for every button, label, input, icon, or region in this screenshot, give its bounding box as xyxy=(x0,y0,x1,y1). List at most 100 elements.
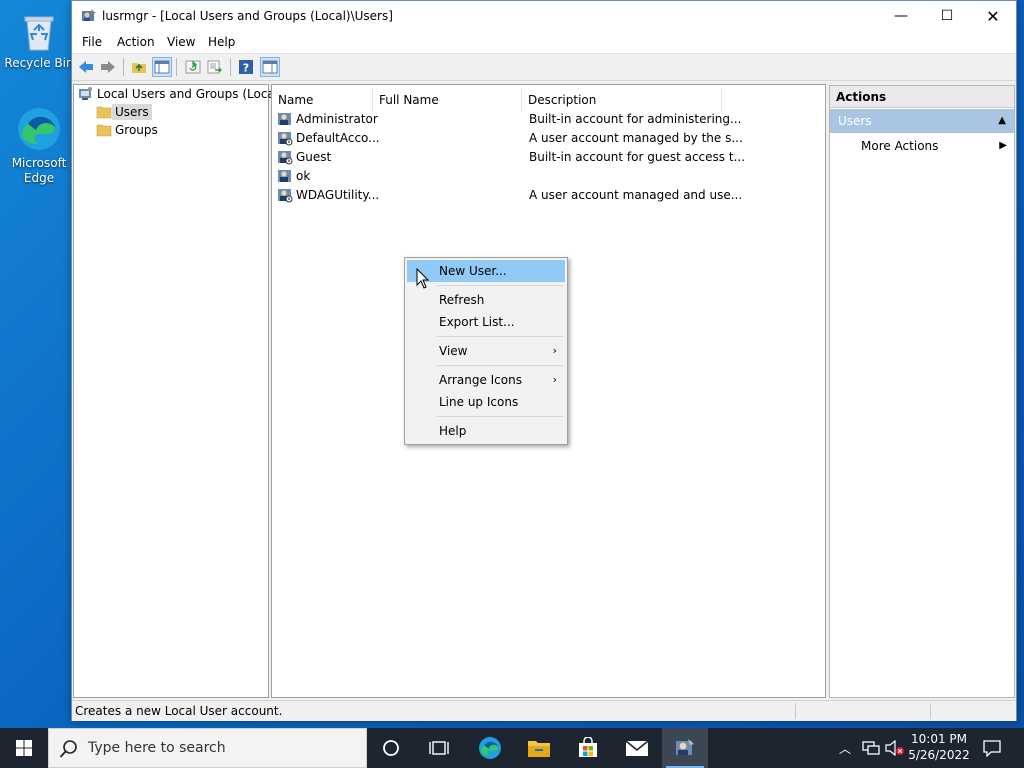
search-placeholder: Type here to search xyxy=(88,740,226,756)
taskbar-file-explorer-button[interactable] xyxy=(516,728,562,768)
status-divider xyxy=(795,703,796,719)
lusrmgr-icon xyxy=(676,739,694,755)
menu-separator xyxy=(437,336,563,337)
user-account-icon xyxy=(278,170,291,182)
more-actions-item[interactable]: More Actions xyxy=(861,137,938,155)
task-view-button[interactable] xyxy=(416,728,462,768)
menu-action[interactable]: Action xyxy=(113,35,159,49)
user-row[interactable]: Guest Built-in account for guest access … xyxy=(277,148,822,167)
user-name-cell: WDAGUtility... xyxy=(296,188,380,202)
minimize-button[interactable]: — xyxy=(878,1,924,32)
computer-users-icon xyxy=(79,87,92,100)
taskbar-edge-button[interactable] xyxy=(467,728,513,768)
search-icon xyxy=(59,740,77,758)
console-tree-icon xyxy=(154,60,170,74)
user-description-cell: Built-in account for administering... xyxy=(529,112,742,126)
title-bar[interactable]: lusrmgr - [Local Users and Groups (Local… xyxy=(72,1,1016,32)
back-arrow-icon xyxy=(79,61,93,73)
actions-section-label: Users xyxy=(838,114,872,128)
actions-section-users[interactable]: Users ▲ xyxy=(830,109,1014,133)
help-button[interactable]: ? xyxy=(236,57,256,77)
tree-root-label: Local Users and Groups (Local) xyxy=(97,87,283,101)
action-pane-icon xyxy=(262,60,278,74)
mail-icon xyxy=(625,740,649,756)
user-row[interactable]: ok xyxy=(277,167,822,186)
context-menu-view-label: View xyxy=(439,344,468,358)
toolbar: ? xyxy=(72,54,1016,81)
context-menu-help[interactable]: Help xyxy=(407,420,565,442)
user-row[interactable]: Administrator Built-in account for admin… xyxy=(277,110,822,129)
user-row[interactable]: WDAGUtility... A user account managed an… xyxy=(277,186,822,205)
export-list-icon xyxy=(207,60,222,74)
context-menu-view[interactable]: View › xyxy=(407,340,565,362)
export-list-button[interactable] xyxy=(205,57,225,77)
column-header-name[interactable]: Name xyxy=(272,88,373,112)
show-hide-action-pane-button[interactable] xyxy=(260,57,280,77)
forward-button[interactable] xyxy=(98,57,118,77)
menu-separator xyxy=(437,365,563,366)
window-title: lusrmgr - [Local Users and Groups (Local… xyxy=(102,9,393,23)
taskbar-lusrmgr-button[interactable] xyxy=(662,728,708,768)
recycle-bin-desktop-icon[interactable]: Recycle Bin xyxy=(2,6,76,71)
clock-date: 5/26/2022 xyxy=(908,748,970,762)
context-menu-arrange-icons[interactable]: Arrange Icons › xyxy=(407,369,565,391)
submenu-arrow-icon: ▶ xyxy=(999,140,1007,151)
status-divider xyxy=(930,703,931,719)
back-button[interactable] xyxy=(76,57,96,77)
submenu-chevron-icon: › xyxy=(552,373,557,386)
menu-file[interactable]: File xyxy=(78,35,106,49)
toolbar-separator xyxy=(176,58,177,76)
cortana-button[interactable] xyxy=(368,728,414,768)
help-icon: ? xyxy=(239,60,253,75)
tree-groups-label: Groups xyxy=(115,123,158,137)
tree-node-groups[interactable]: Groups xyxy=(96,122,161,138)
user-account-icon xyxy=(278,113,291,125)
start-button[interactable] xyxy=(0,728,48,768)
taskbar-mail-button[interactable] xyxy=(614,728,660,768)
submenu-chevron-icon: › xyxy=(552,344,557,357)
forward-arrow-icon xyxy=(101,61,115,73)
user-description-cell: A user account managed and use... xyxy=(529,188,743,202)
edge-label: Microsoft Edge xyxy=(11,156,67,185)
taskbar-clock[interactable]: 10:01 PM 5/26/2022 xyxy=(906,731,972,763)
menu-help[interactable]: Help xyxy=(204,35,239,49)
up-one-level-button[interactable] xyxy=(129,57,149,77)
user-name-cell: Administrator xyxy=(296,112,378,126)
console-tree: Local Users and Groups (Local) Users Gro… xyxy=(73,84,283,698)
refresh-button[interactable] xyxy=(183,57,203,77)
context-menu-new-user[interactable]: New User... xyxy=(407,260,565,282)
taskbar-store-button[interactable] xyxy=(565,728,611,768)
menu-separator xyxy=(437,416,563,417)
show-hide-console-tree-button[interactable] xyxy=(152,57,172,77)
mouse-cursor-icon xyxy=(416,268,430,289)
recycle-bin-icon xyxy=(24,16,54,51)
user-description-cell: Built-in account for guest access t... xyxy=(529,150,746,164)
maximize-button[interactable]: ☐ xyxy=(924,1,970,32)
status-bar: Creates a new Local User account. xyxy=(72,700,1016,721)
menu-view[interactable]: View xyxy=(163,35,199,49)
collapse-up-icon[interactable]: ▲ xyxy=(998,109,1006,133)
column-header-full-name[interactable]: Full Name xyxy=(373,88,522,112)
volume-muted-icon[interactable] xyxy=(885,740,905,756)
menu-separator xyxy=(437,285,563,286)
context-menu-arrange-icons-label: Arrange Icons xyxy=(439,373,522,387)
tree-node-root[interactable]: Local Users and Groups (Local) xyxy=(78,86,286,102)
network-icon[interactable] xyxy=(862,740,880,756)
lusrmgr-app-icon xyxy=(82,9,96,21)
tree-node-users[interactable]: Users xyxy=(96,104,152,120)
column-header-description[interactable]: Description xyxy=(522,88,722,112)
show-hidden-icons-chevron-icon[interactable]: ︿ xyxy=(839,740,851,757)
user-row[interactable]: DefaultAcco... A user account managed by… xyxy=(277,129,822,148)
recycle-bin-label: Recycle Bin xyxy=(4,56,74,70)
context-menu-line-up-icons[interactable]: Line up Icons xyxy=(407,391,565,413)
context-menu-refresh[interactable]: Refresh xyxy=(407,289,565,311)
edge-desktop-icon[interactable]: Microsoft Edge xyxy=(2,106,76,186)
actions-pane: Actions Users ▲ More Actions ▶ xyxy=(829,85,1015,698)
edge-icon xyxy=(18,108,60,150)
notifications-icon[interactable] xyxy=(983,739,1001,757)
svg-text:?: ? xyxy=(243,62,249,75)
context-menu-export-list[interactable]: Export List... xyxy=(407,311,565,333)
user-name-cell: Guest xyxy=(296,150,332,164)
taskbar-search-box[interactable]: Type here to search xyxy=(48,728,367,768)
close-button[interactable]: ✕ xyxy=(970,1,1016,32)
